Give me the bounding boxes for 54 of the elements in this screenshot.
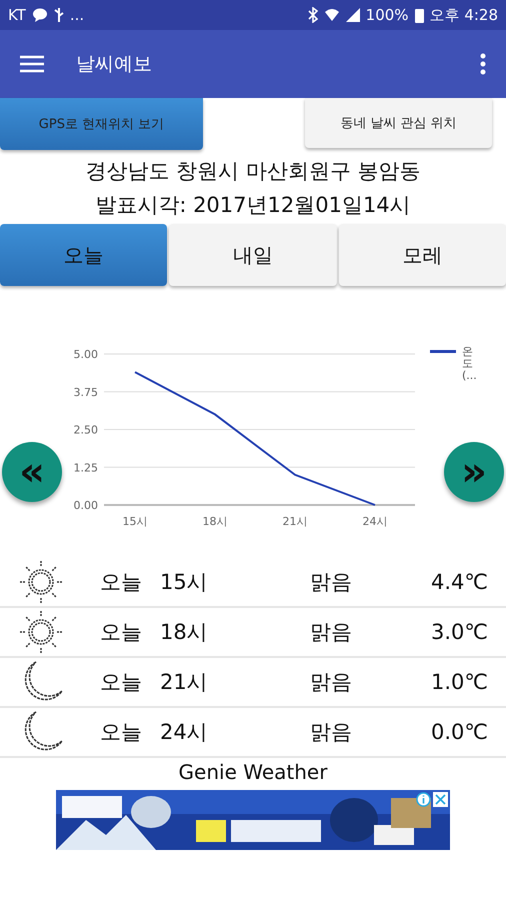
sky-cell-text: 맑음 <box>309 569 353 596</box>
day-cell-text: 오늘 <box>100 569 143 596</box>
sky-cell-text: 맑음 <box>309 719 353 746</box>
signal-icon <box>346 8 360 22</box>
location-text: 경상남도 창원시 마산회원구 봉암동 <box>84 158 422 185</box>
more-notifications-label: ... <box>70 6 84 24</box>
close-icon[interactable] <box>433 792 448 807</box>
menu-icon[interactable] <box>20 55 44 73</box>
hour-cell-text: 15시 <box>160 569 209 596</box>
x-tick-label: 21시 <box>282 515 308 528</box>
y-tick-label: 5.00 <box>74 348 98 361</box>
hour-cell-text: 21시 <box>160 669 209 696</box>
day-tab[interactable]: 내일 <box>169 224 337 286</box>
location-tab[interactable]: 동네 날씨 관심 위치 <box>305 98 492 148</box>
clock-time: 오후 4:28 <box>430 6 498 24</box>
next-button[interactable]: » <box>444 442 504 502</box>
temperature-cell-text: 4.4℃ <box>430 570 489 594</box>
temperature-cell-text: 3.0℃ <box>430 620 489 644</box>
day-cell-text: 오늘 <box>100 719 143 746</box>
day-cell-text: 오늘 <box>100 619 143 646</box>
hour-cell-text: 24시 <box>160 719 209 746</box>
usb-icon <box>54 7 64 23</box>
app-title: 날씨예보 <box>76 52 153 77</box>
x-tick-label: 15시 <box>122 515 148 528</box>
battery-icon <box>414 8 424 22</box>
chat-icon <box>32 8 48 22</box>
y-tick-label: 0.00 <box>74 499 98 512</box>
previous-button[interactable]: « <box>2 442 62 502</box>
bluetooth-icon <box>308 7 318 23</box>
hour-cell-text: 18시 <box>160 619 209 646</box>
day-tab[interactable]: 모레 <box>338 224 506 286</box>
issued-time: 발표시각: 2017년12월01일14시 <box>94 192 412 219</box>
legend-label: 온도(... <box>462 346 473 382</box>
more-options-icon[interactable] <box>480 53 486 75</box>
temperature-cell-text: 0.0℃ <box>430 720 489 744</box>
temperature-cell-text: 1.0℃ <box>430 670 489 694</box>
day-cell-text: 오늘 <box>100 669 143 696</box>
footer-brand: Genie Weather <box>178 760 328 784</box>
x-tick-label: 24시 <box>362 515 388 528</box>
sun-icon <box>18 609 64 655</box>
y-tick-label: 1.25 <box>74 461 98 474</box>
info-icon[interactable] <box>416 792 431 807</box>
y-tick-label: 2.50 <box>74 424 98 436</box>
location-tab[interactable]: GPS로 현재위치 보기 <box>0 98 203 150</box>
x-tick-label: 18시 <box>202 515 228 528</box>
y-tick-label: 3.75 <box>74 386 98 399</box>
carrier-label: KT <box>8 6 26 24</box>
sky-cell-text: 맑음 <box>309 619 353 646</box>
sky-cell-text: 맑음 <box>309 669 353 696</box>
sun-icon <box>18 559 64 605</box>
wifi-icon <box>324 8 340 22</box>
day-tab[interactable]: 오늘 <box>0 224 168 286</box>
legend-line <box>430 350 456 353</box>
battery-percent: 100% <box>366 6 409 24</box>
